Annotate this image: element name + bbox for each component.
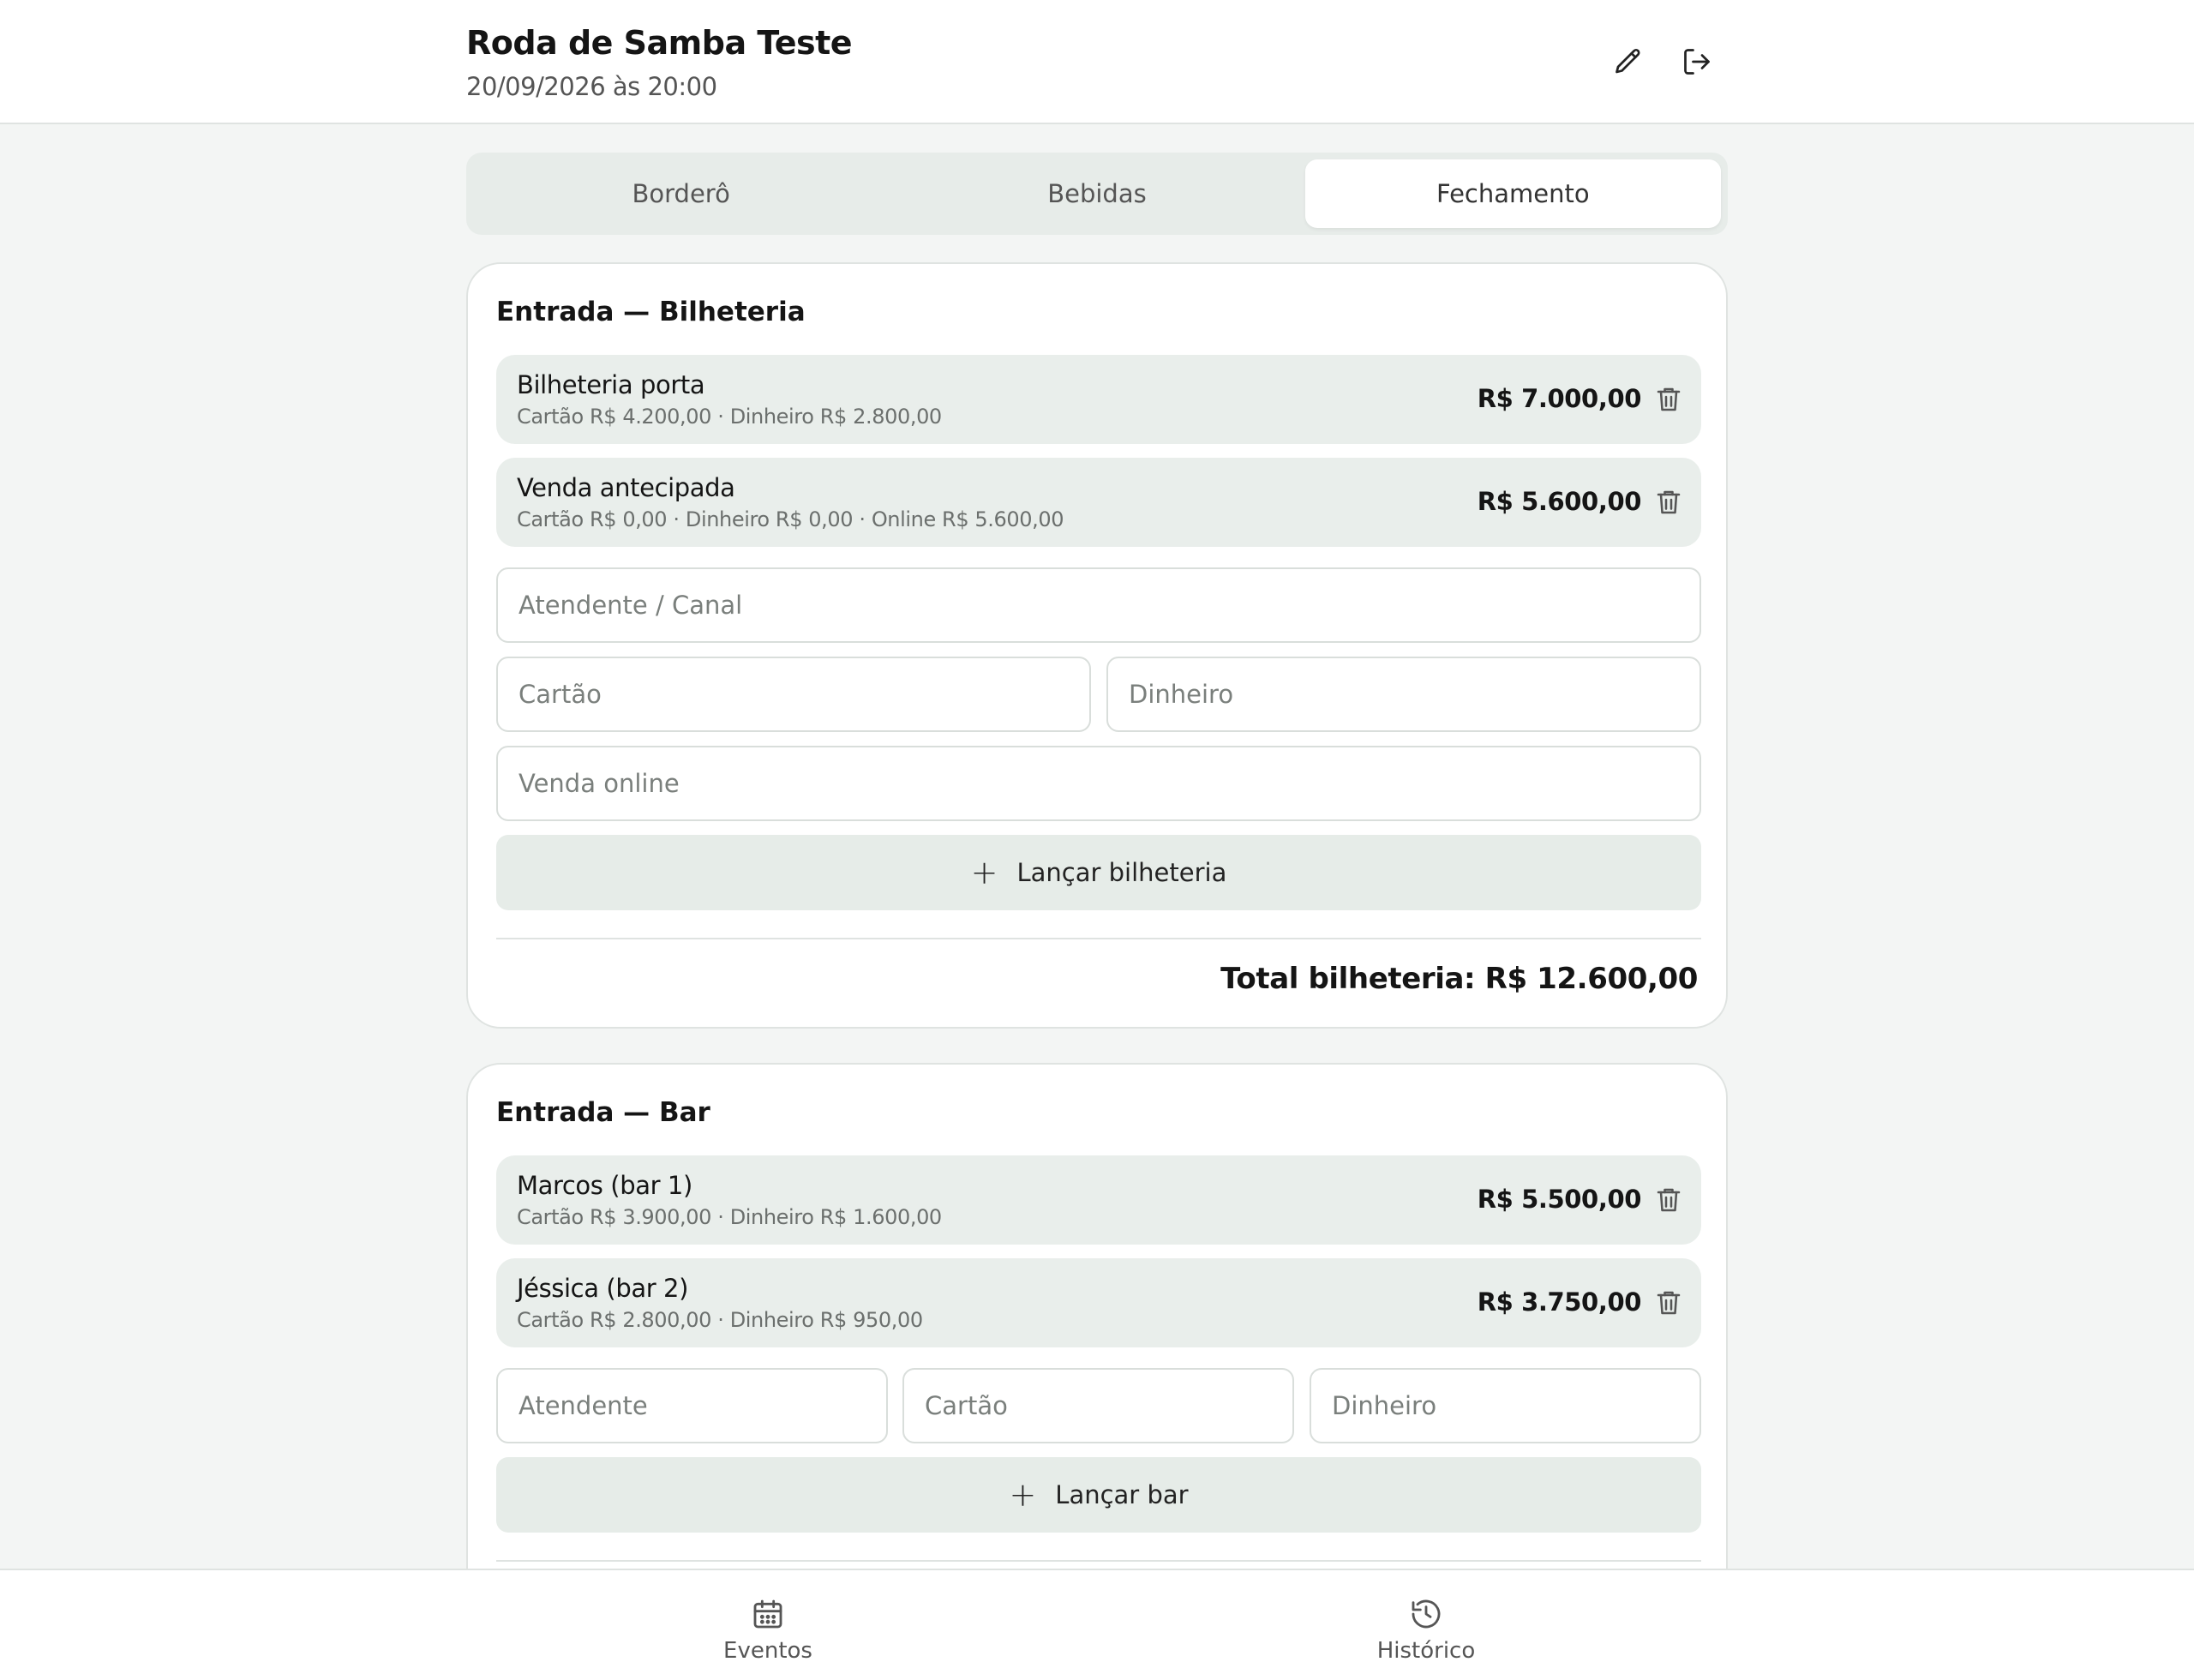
button-label: Lançar bar <box>1055 1480 1189 1509</box>
logout-button[interactable] <box>1671 36 1723 87</box>
entry-name: Marcos (bar 1) <box>517 1171 692 1200</box>
trash-icon[interactable] <box>1653 487 1684 518</box>
nav-label: Histórico <box>1376 1638 1476 1664</box>
entry-name: Jéssica (bar 2) <box>517 1274 689 1303</box>
divider <box>496 938 1701 939</box>
entry-detail: Cartão R$ 2.800,00 · Dinheiro R$ 950,00 <box>517 1308 923 1332</box>
section-tabs: Borderô Bebidas Fechamento <box>466 153 1728 235</box>
lancar-bilheteria-button[interactable]: + Lançar bilheteria <box>496 835 1701 910</box>
entry-detail: Cartão R$ 3.900,00 · Dinheiro R$ 1.600,0… <box>517 1205 942 1229</box>
edit-button[interactable] <box>1603 36 1654 87</box>
bar-title: Entrada — Bar <box>496 1097 710 1128</box>
list-item: Marcos (bar 1) Cartão R$ 3.900,00 · Dinh… <box>496 1155 1701 1245</box>
calendar-icon <box>753 1599 782 1629</box>
trash-icon[interactable] <box>1653 1185 1684 1215</box>
cartao-input[interactable] <box>902 1368 1294 1443</box>
history-icon <box>1412 1599 1441 1629</box>
button-label: Lançar bilheteria <box>1016 858 1227 887</box>
atendente-input[interactable] <box>496 1368 888 1443</box>
entry-name: Venda antecipada <box>517 473 735 502</box>
entry-name: Bilheteria porta <box>517 370 705 399</box>
logout-icon <box>1684 49 1710 75</box>
dinheiro-input[interactable] <box>1310 1368 1701 1443</box>
total-bilheteria: Total bilheteria: R$ 12.600,00 <box>1220 962 1698 996</box>
list-item: Bilheteria porta Cartão R$ 4.200,00 · Di… <box>496 355 1701 444</box>
list-item: Jéssica (bar 2) Cartão R$ 2.800,00 · Din… <box>496 1258 1701 1347</box>
nav-item-historico[interactable]: Histórico <box>1298 1570 1555 1680</box>
dinheiro-input[interactable] <box>1106 657 1701 732</box>
tab-bebidas[interactable]: Bebidas <box>889 159 1304 228</box>
trash-icon[interactable] <box>1653 1287 1684 1318</box>
entry-amount: R$ 5.600,00 <box>1477 487 1642 516</box>
entry-amount: R$ 3.750,00 <box>1477 1287 1642 1317</box>
entry-amount: R$ 5.500,00 <box>1477 1185 1642 1214</box>
cartao-input[interactable] <box>496 657 1091 732</box>
plus-icon: + <box>970 854 998 891</box>
entry-detail: Cartão R$ 4.200,00 · Dinheiro R$ 2.800,0… <box>517 405 942 429</box>
list-item: Venda antecipada Cartão R$ 0,00 · Dinhei… <box>496 458 1701 547</box>
bottom-nav: Eventos Histórico <box>0 1569 2194 1680</box>
atendente-canal-input[interactable] <box>496 567 1701 643</box>
tab-fechamento[interactable]: Fechamento <box>1304 159 1721 228</box>
tab-bordero[interactable]: Borderô <box>473 159 889 228</box>
bilheteria-card: Entrada — Bilheteria Bilheteria porta Ca… <box>466 262 1728 1029</box>
entry-amount: R$ 7.000,00 <box>1477 384 1642 413</box>
entry-detail: Cartão R$ 0,00 · Dinheiro R$ 0,00 · Onli… <box>517 507 1064 531</box>
nav-item-eventos[interactable]: Eventos <box>639 1570 896 1680</box>
plus-icon: + <box>1009 1476 1037 1514</box>
page-title: Roda de Samba Teste <box>466 24 853 62</box>
divider <box>496 1560 1701 1562</box>
bilheteria-title: Entrada — Bilheteria <box>496 297 806 327</box>
nav-label: Eventos <box>723 1638 812 1664</box>
trash-icon[interactable] <box>1653 384 1684 415</box>
pencil-icon <box>1616 48 1640 74</box>
venda-online-input[interactable] <box>496 746 1701 821</box>
lancar-bar-button[interactable]: + Lançar bar <box>496 1457 1701 1533</box>
app-header: Roda de Samba Teste 20/09/2026 às 20:00 <box>0 0 2194 124</box>
event-datetime: 20/09/2026 às 20:00 <box>466 72 717 101</box>
